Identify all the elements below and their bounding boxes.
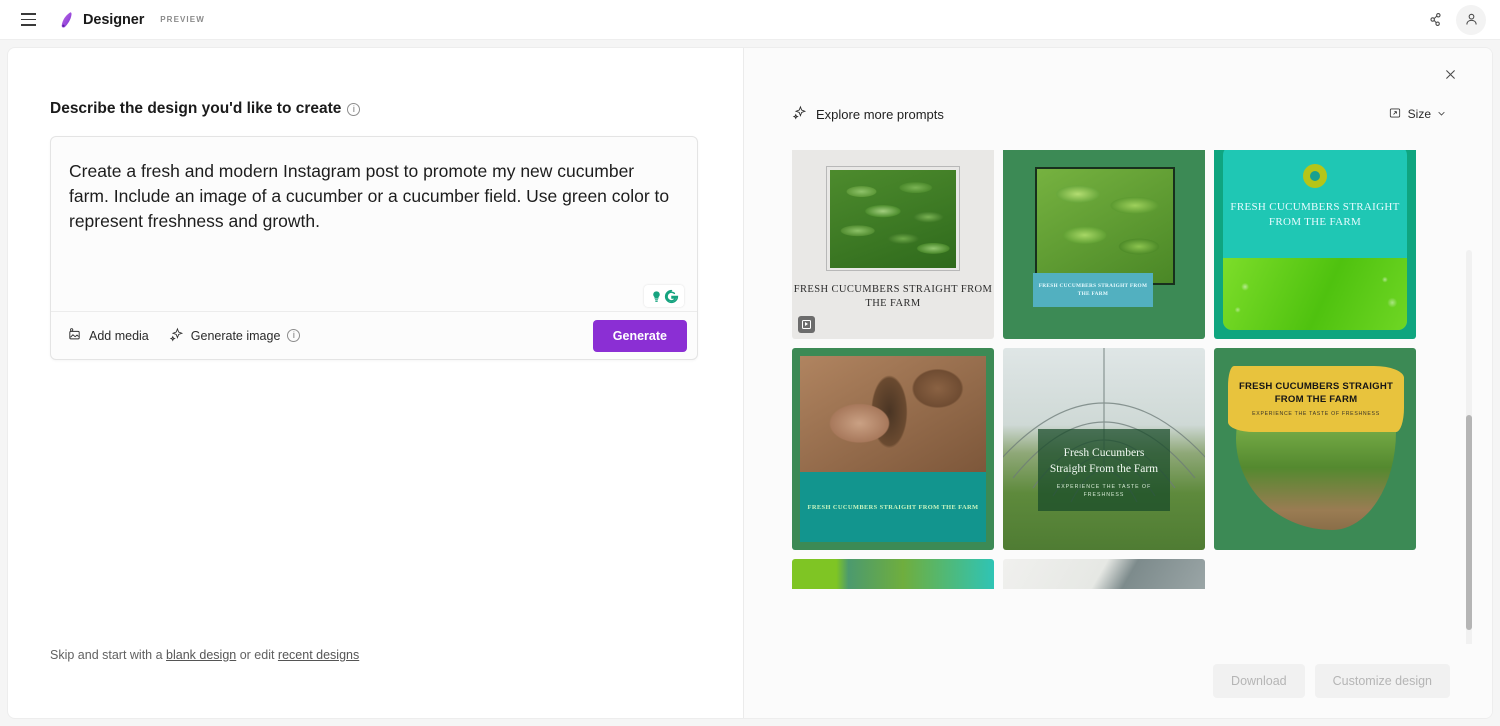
chevron-down-icon [1437, 107, 1446, 121]
page-title: Describe the design you'd like to create… [50, 100, 701, 118]
tag-hole-icon [1303, 164, 1327, 188]
design-card-teal-tag[interactable]: FRESH CUCUMBERS STRAIGHT FROM THE FARM [1214, 150, 1416, 339]
page-title-text: Describe the design you'd like to create [50, 100, 342, 117]
close-row [744, 48, 1492, 96]
design-grid: STRAIGHT FROM THE FARM FRESH CUCUMBERS S… [792, 150, 1426, 589]
header-actions [1420, 4, 1486, 35]
explore-more-prompts-button[interactable]: Explore more prompts [792, 105, 944, 123]
share-settings-icon[interactable] [1420, 5, 1450, 35]
skip-middle: or edit [236, 648, 278, 662]
cucumber-photo [830, 169, 956, 268]
video-badge [798, 316, 815, 333]
design-card-green-leaf[interactable] [792, 559, 994, 589]
size-selector[interactable]: Size [1388, 106, 1446, 123]
design-card-greenhouse[interactable]: Fresh Cucumbers Straight From the Farm E… [1003, 348, 1205, 550]
prompt-panel: Describe the design you'd like to create… [8, 48, 744, 718]
generate-image-button[interactable]: Generate image i [169, 327, 301, 345]
gallery-scroll-region[interactable]: STRAIGHT FROM THE FARM FRESH CUCUMBERS S… [744, 150, 1492, 644]
design-card-title: FRESH CUCUMBERS STRAIGHT FROM THE FARM [1033, 273, 1153, 307]
card-inner: FRESH CUCUMBERS STRAIGHT FROM THE FARM [800, 356, 986, 542]
add-media-label: Add media [89, 328, 149, 343]
recent-designs-link[interactable]: recent designs [278, 648, 359, 662]
results-actions: Download Customize design [744, 644, 1492, 718]
results-panel: Explore more prompts Size FRESH CUCUMBER… [744, 48, 1492, 718]
sparkle-icon [169, 327, 184, 345]
info-icon[interactable]: i [347, 102, 361, 116]
design-card-gray-sprout[interactable] [1003, 559, 1205, 589]
gallery-scrollbar[interactable] [1466, 250, 1472, 644]
design-card-green-banner[interactable]: FRESH CUCUMBERS STRAIGHT FROM THE FARM [1003, 150, 1205, 339]
photo-frame [826, 166, 960, 271]
design-card-title: FRESH CUCUMBERS STRAIGHT FROM THE FARM [793, 284, 993, 309]
size-label: Size [1407, 107, 1431, 121]
sparkle-icon [792, 105, 807, 123]
customize-design-button[interactable]: Customize design [1314, 664, 1450, 698]
designer-logo-icon [58, 11, 76, 29]
design-card-framed-cucumbers[interactable]: FRESH CUCUMBERS STRAIGHT FROM THE FARM [792, 150, 994, 339]
text-overlay: Fresh Cucumbers Straight From the Farm E… [1038, 429, 1170, 511]
generate-image-label: Generate image [190, 328, 281, 343]
prompt-input[interactable]: Create a fresh and modern Instagram post… [69, 159, 673, 234]
cucumber-photo [1035, 167, 1175, 285]
blank-design-link[interactable]: blank design [166, 648, 236, 662]
design-card-title: FRESH CUCUMBERS STRAIGHT FROM THE FARM [1238, 381, 1394, 405]
download-button[interactable]: Download [1213, 664, 1305, 698]
design-card-yellow-brush[interactable]: FRESH CUCUMBERS STRAIGHT FROM THE FARM E… [1214, 348, 1416, 550]
design-card-title: FRESH CUCUMBERS STRAIGHT FROM THE FARM [800, 472, 986, 542]
hamburger-menu-icon[interactable] [14, 6, 42, 34]
design-card-sepia-hand[interactable]: FRESH CUCUMBERS STRAIGHT FROM THE FARM [792, 348, 994, 550]
gallery-header: Explore more prompts Size [744, 96, 1492, 132]
close-icon[interactable] [1438, 62, 1462, 86]
size-frame-icon [1388, 106, 1402, 123]
skip-prefix: Skip and start with a [50, 648, 167, 662]
hand-holding-cucumber-photo [800, 356, 986, 472]
design-card-subtitle: EXPERIENCE THE TASTE OF FRESHNESS [1252, 411, 1380, 417]
info-icon[interactable]: i [287, 329, 301, 342]
grammarly-badge-icon[interactable] [644, 285, 684, 307]
account-person-icon[interactable] [1456, 4, 1486, 35]
brand-name: Designer [83, 11, 145, 28]
main-dialog: Describe the design you'd like to create… [7, 47, 1493, 719]
tag-shape: FRESH CUCUMBERS STRAIGHT FROM THE FARM [1223, 150, 1407, 330]
prompt-input-area[interactable]: Create a fresh and modern Instagram post… [51, 137, 697, 311]
gallery-scrollbar-thumb[interactable] [1466, 415, 1472, 630]
add-media-icon [67, 327, 82, 345]
prompt-card: Create a fresh and modern Instagram post… [50, 136, 698, 360]
design-card-title: Fresh Cucumbers Straight From the Farm [1049, 447, 1159, 475]
design-card-title: FRESH CUCUMBERS STRAIGHT FROM THE FARM [1230, 201, 1400, 228]
prompt-toolbar: Add media Generate image i Generate [51, 311, 697, 359]
brush-banner: FRESH CUCUMBERS STRAIGHT FROM THE FARM E… [1228, 366, 1404, 432]
grass-texture [1223, 258, 1407, 330]
brand: Designer [58, 11, 144, 29]
skip-footer: Skip and start with a blank design or ed… [50, 648, 359, 662]
add-media-button[interactable]: Add media [67, 327, 149, 345]
design-card-subtitle: EXPERIENCE THE TASTE OF FRESHNESS [1056, 484, 1152, 498]
preview-badge: PREVIEW [160, 15, 205, 24]
generate-button[interactable]: Generate [592, 319, 687, 352]
explore-more-prompts-label: Explore more prompts [816, 106, 944, 122]
app-header: Designer PREVIEW [0, 0, 1500, 40]
